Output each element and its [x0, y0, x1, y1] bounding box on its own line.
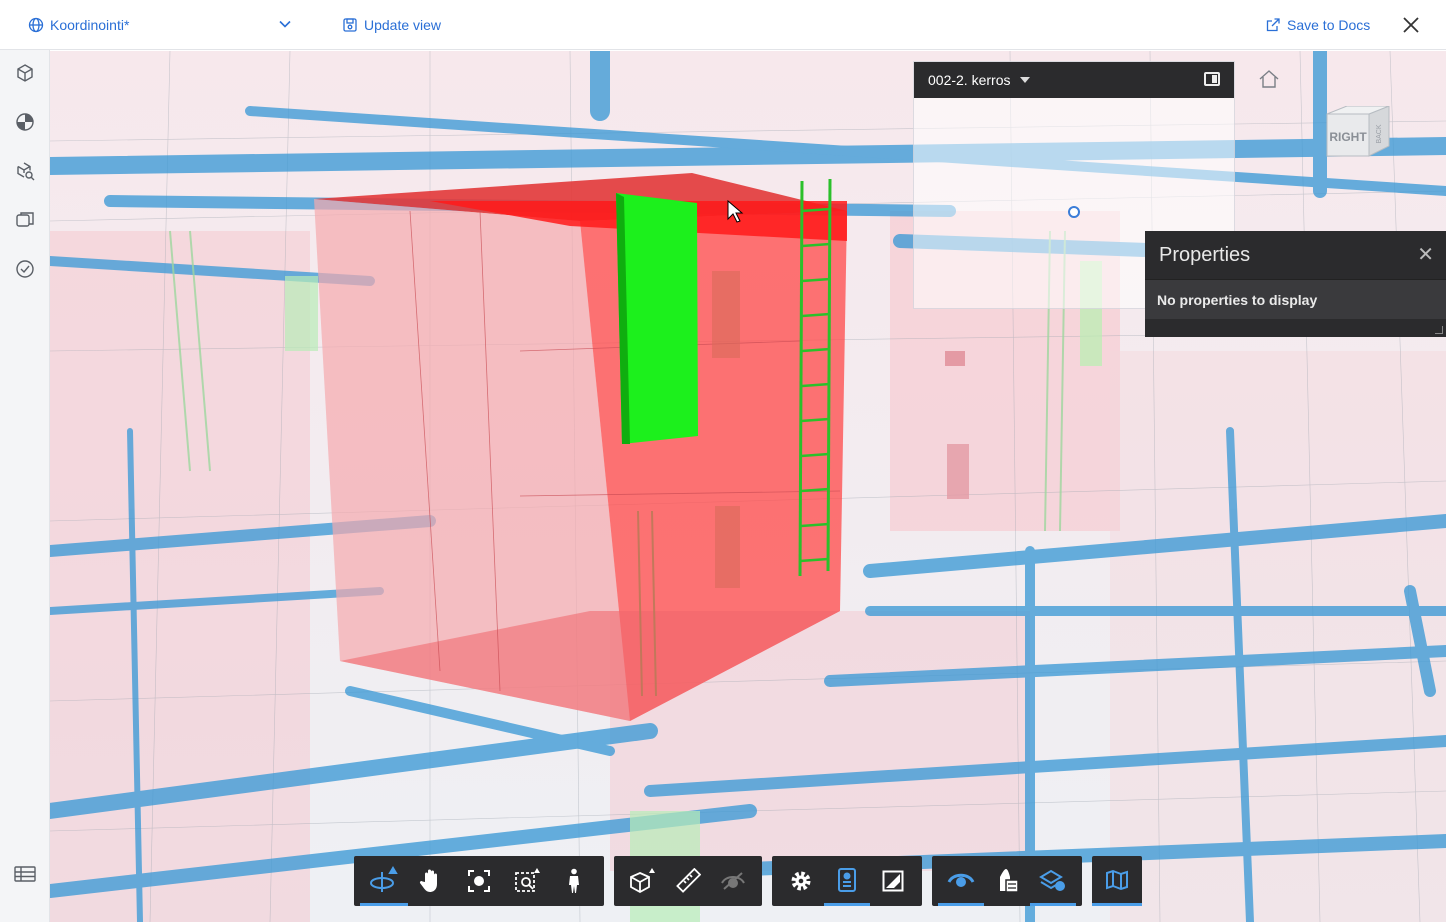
tools-toolbar: [614, 856, 762, 906]
fullscreen-icon: [882, 870, 904, 892]
chevron-down-icon[interactable]: [278, 17, 292, 31]
model-scene: [50, 51, 1446, 922]
first-person-icon: [569, 868, 580, 893]
measure-button[interactable]: [665, 856, 710, 906]
update-view-label: Update view: [364, 17, 442, 33]
viewcube-side-label: BACK: [1376, 124, 1383, 143]
layers-view-button[interactable]: [1030, 856, 1076, 906]
fullscreen-button[interactable]: [870, 856, 916, 906]
view-selector[interactable]: Koordinointi*: [28, 0, 300, 50]
model-search-icon[interactable]: [13, 159, 37, 183]
properties-panel[interactable]: Properties ✕ No properties to display: [1145, 231, 1446, 337]
zoom-window-button[interactable]: [503, 856, 551, 906]
zoom-window-icon: [514, 868, 540, 892]
sheets-toolbar: [1092, 856, 1142, 906]
resize-handle-icon[interactable]: [1435, 326, 1443, 334]
fit-view-icon: [467, 870, 490, 892]
settings-gear-icon: [791, 871, 811, 891]
properties-title: Properties: [1159, 243, 1251, 266]
view-name: Koordinointi*: [50, 17, 130, 33]
close-icon[interactable]: ✕: [1417, 245, 1434, 265]
section-button[interactable]: [620, 856, 665, 906]
view-toolbar: [932, 856, 1082, 906]
settings-button[interactable]: [778, 856, 824, 906]
measure-ruler-icon: [676, 868, 701, 893]
navigation-toolbar: [354, 856, 604, 906]
level-selector[interactable]: 002-2. kerros: [914, 62, 1234, 98]
update-view-button[interactable]: Update view: [342, 0, 441, 50]
orbit-button[interactable]: [360, 856, 408, 906]
visibility-eye-icon: [947, 873, 975, 887]
model-browser-button[interactable]: [984, 856, 1030, 906]
settings-toolbar: [772, 856, 922, 906]
sheets-map-icon: [1106, 869, 1128, 890]
section-box-icon: [629, 868, 655, 894]
model-browser-icon: [1000, 869, 1019, 893]
close-button[interactable]: [1402, 0, 1426, 50]
panel-toggle-icon[interactable]: [1204, 72, 1220, 86]
sphere-icon[interactable]: [13, 110, 37, 134]
viewcube-front-label: RIGHT: [1329, 130, 1367, 144]
pan-hand-icon: [420, 869, 438, 892]
viewcube[interactable]: RIGHT BACK: [1325, 105, 1395, 158]
sheets-button[interactable]: [1092, 856, 1142, 906]
left-sidebar: [0, 50, 50, 922]
globe-icon: [28, 17, 44, 33]
save-disk-icon: [343, 18, 357, 32]
fit-view-button[interactable]: [455, 856, 503, 906]
external-link-icon: [1266, 18, 1280, 32]
properties-empty-message: No properties to display: [1145, 279, 1446, 319]
3d-viewport[interactable]: 002-2. kerros RIGHT BACK Properties ✕ No…: [50, 51, 1446, 922]
close-icon: [1403, 17, 1419, 33]
first-person-button[interactable]: [550, 856, 598, 906]
pan-button[interactable]: [408, 856, 456, 906]
location-pin-icon: [1068, 206, 1080, 218]
level-name: 002-2. kerros: [928, 72, 1011, 88]
visibility-button[interactable]: [938, 856, 984, 906]
layers-icon[interactable]: [13, 208, 37, 232]
layers-view-icon: [1039, 869, 1065, 891]
save-to-docs-button[interactable]: Save to Docs: [1265, 0, 1370, 50]
orbit-icon: [369, 865, 398, 892]
hide-button[interactable]: [711, 856, 756, 906]
save-to-docs-label: Save to Docs: [1287, 17, 1371, 33]
caret-down-icon: [1020, 77, 1031, 83]
properties-button[interactable]: [824, 856, 870, 906]
top-bar: Koordinointi* Update view Save to Docs: [0, 0, 1446, 50]
hide-eye-icon: [721, 872, 746, 890]
table-icon[interactable]: [13, 862, 37, 886]
model-cube-icon[interactable]: [13, 61, 37, 85]
home-icon[interactable]: [1258, 69, 1280, 89]
check-circle-icon[interactable]: [13, 257, 37, 281]
properties-icon: [838, 867, 856, 892]
